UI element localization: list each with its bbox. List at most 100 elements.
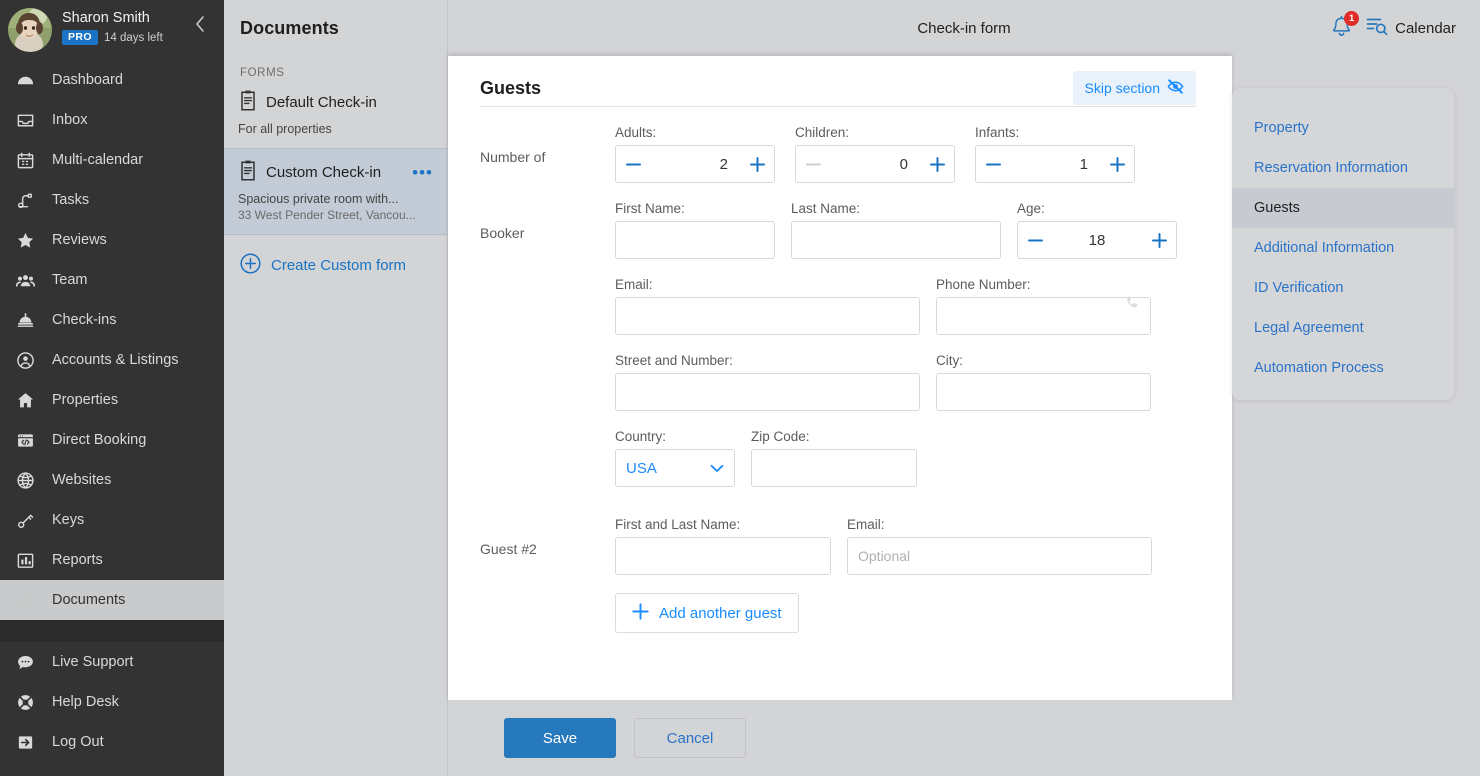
sidebar-item-reports[interactable]: Reports (0, 540, 224, 580)
forms-section-label: FORMS (240, 67, 285, 79)
country-label: Country: (615, 429, 667, 444)
profile-name: Sharon Smith (62, 10, 150, 26)
sidebar-item-label: Check-ins (52, 312, 117, 328)
more-options-icon[interactable]: ••• (412, 164, 433, 181)
city-field-group: City: (936, 353, 1151, 411)
age-minus-button[interactable] (1018, 222, 1052, 258)
sidebar-item-check-ins[interactable]: Check-ins (0, 300, 224, 340)
sidebar-item-label: Dashboard (52, 72, 123, 88)
country-select[interactable]: USA (615, 449, 735, 487)
sidebar-item-websites[interactable]: Websites (0, 460, 224, 500)
zip-input[interactable] (751, 449, 917, 487)
infants-minus-button[interactable] (976, 146, 1010, 182)
last-name-label: Last Name: (791, 201, 861, 216)
street-input[interactable] (615, 373, 920, 411)
sidebar-item-label: Websites (52, 472, 112, 488)
documents-panel-title: Documents (240, 18, 339, 38)
adults-minus-button[interactable] (616, 146, 650, 182)
section-nav-item-legal-agreement[interactable]: Legal Agreement (1232, 308, 1454, 348)
clipboard-icon (241, 160, 255, 181)
sidebar-item-multi-calendar[interactable]: Multi-calendar (0, 140, 224, 180)
zip-field-group: Zip Code: (751, 429, 917, 487)
infants-plus-button[interactable] (1100, 146, 1134, 182)
sidebar-item-label: Help Desk (52, 694, 119, 710)
add-another-guest-button[interactable]: Add another guest (615, 593, 799, 633)
home-icon (17, 392, 34, 407)
children-stepper[interactable]: 0 (795, 145, 955, 183)
city-input[interactable] (936, 373, 1151, 411)
sidebar-item-label: Team (52, 272, 88, 288)
age-plus-button[interactable] (1142, 222, 1176, 258)
profile-header: Sharon Smith PRO 14 days left (0, 0, 224, 56)
document-icon (20, 592, 32, 608)
sidebar-item-direct-booking[interactable]: Direct Booking (0, 420, 224, 460)
infants-stepper[interactable]: 1 (975, 145, 1135, 183)
sidebar-item-dashboard[interactable]: Dashboard (0, 60, 224, 100)
infants-value: 1 (1079, 155, 1088, 173)
section-nav-label: Property (1254, 120, 1309, 136)
calendar-button[interactable]: Calendar (1366, 16, 1456, 40)
sidebar-item-live-support[interactable]: Live Support (0, 642, 224, 682)
sidebar-item-inbox[interactable]: Inbox (0, 100, 224, 140)
infants-label: Infants: (975, 125, 1020, 140)
sidebar-item-team[interactable]: Team (0, 260, 224, 300)
tasks-icon (16, 191, 42, 210)
city-label: City: (936, 353, 963, 368)
section-nav-item-property[interactable]: Property (1232, 108, 1454, 148)
sidebar-item-properties[interactable]: Properties (0, 380, 224, 420)
browser-code-icon (17, 433, 34, 447)
form-address: 33 West Pender Street, Vancou... (238, 208, 416, 222)
key-icon (18, 514, 34, 528)
children-plus-button[interactable] (920, 146, 954, 182)
save-button[interactable]: Save (504, 718, 616, 758)
sidebar-item-log-out[interactable]: Log Out (0, 722, 224, 762)
sidebar-item-documents[interactable]: Documents (0, 580, 224, 620)
form-list-item[interactable]: Default Check-in For all properties (224, 79, 447, 148)
pro-badge: PRO (62, 30, 98, 45)
trial-days-left: 14 days left (103, 31, 163, 44)
last-name-field-group: Last Name: (791, 201, 1001, 259)
email-input[interactable] (615, 297, 920, 335)
guest2-email-input[interactable] (847, 537, 1152, 575)
create-custom-form-button[interactable]: Create Custom form (224, 235, 447, 278)
sidebar-item-accounts-listings[interactable]: Accounts & Listings (0, 340, 224, 380)
age-stepper[interactable]: 18 (1017, 221, 1177, 259)
first-name-input[interactable] (615, 221, 775, 259)
section-nav-item-automation-process[interactable]: Automation Process (1232, 348, 1454, 388)
adults-stepper[interactable]: 2 (615, 145, 775, 183)
phone-field-group: Phone Number: (936, 277, 1151, 335)
sidebar-item-keys[interactable]: Keys (0, 500, 224, 540)
star-icon (17, 232, 34, 248)
number-of-label: Number of (480, 149, 546, 165)
phone-label: Phone Number: (936, 277, 1031, 292)
children-label: Children: (795, 125, 850, 140)
booker-row: Booker First Name: Last Name: Age: 18 Em… (480, 201, 1196, 487)
chevron-left-icon[interactable] (190, 14, 210, 34)
sidebar-item-label: Properties (52, 392, 119, 408)
cancel-button[interactable]: Cancel (634, 718, 746, 758)
form-name: Custom Check-in (266, 164, 382, 181)
section-nav-label: Legal Agreement (1254, 320, 1364, 336)
notifications-button[interactable]: 1 (1330, 11, 1360, 41)
adults-plus-button[interactable] (740, 146, 774, 182)
sidebar-item-reviews[interactable]: Reviews (0, 220, 224, 260)
section-nav-item-reservation-information[interactable]: Reservation Information (1232, 148, 1454, 188)
calendar-grid-icon (17, 152, 34, 168)
section-title: Guests (480, 77, 542, 98)
section-nav-label: ID Verification (1254, 280, 1344, 296)
section-nav-item-additional-information[interactable]: Additional Information (1232, 228, 1454, 268)
form-name: Default Check-in (266, 94, 377, 111)
skip-section-button[interactable]: Skip section (1072, 71, 1196, 105)
section-nav-item-guests[interactable]: Guests (1232, 188, 1454, 228)
section-nav-item-id-verification[interactable]: ID Verification (1232, 268, 1454, 308)
page-title: Check-in form (917, 19, 1011, 37)
children-value: 0 (899, 155, 908, 173)
last-name-input[interactable] (791, 221, 1001, 259)
phone-input[interactable] (936, 297, 1151, 335)
form-list-item[interactable]: Custom Check-in ••• Spacious private room … (224, 148, 447, 235)
avatar[interactable] (8, 8, 52, 52)
sidebar-item-tasks[interactable]: Tasks (0, 180, 224, 220)
guest2-name-input[interactable] (615, 537, 831, 575)
sidebar-item-help-desk[interactable]: Help Desk (0, 682, 224, 722)
sidebar-item-label: Documents (52, 592, 126, 608)
